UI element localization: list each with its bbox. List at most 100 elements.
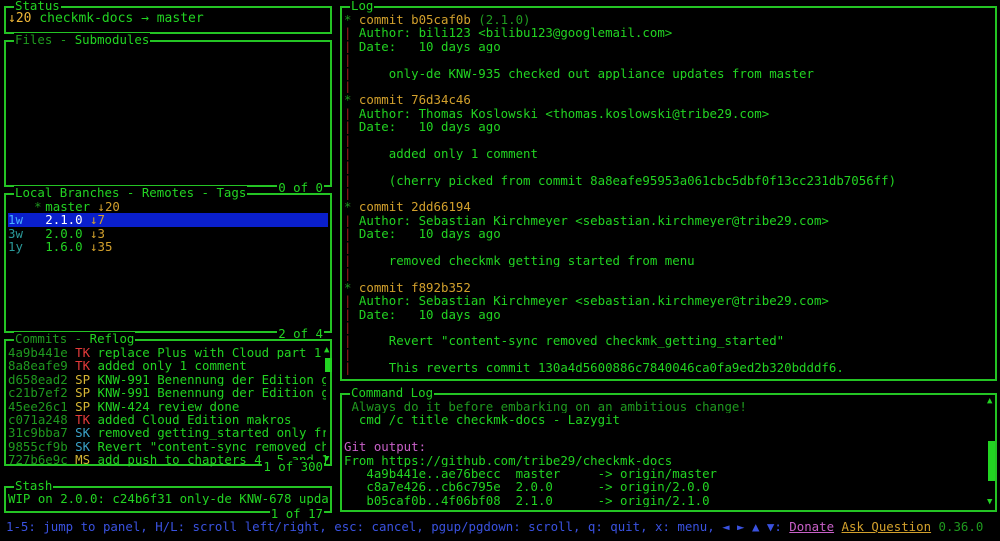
branches-panel[interactable]: Local Branches - Remotes - Tags * master … <box>4 186 332 340</box>
stash-entry[interactable]: WIP on 2.0.0: c24b6f31 only-de KNW-678 u… <box>8 492 328 505</box>
log-text: Date: 10 days ago <box>358 227 501 241</box>
branch-name: master <box>45 200 91 214</box>
scroll-down-icon[interactable]: ▼ <box>987 498 992 507</box>
graph-marker: | <box>344 267 359 281</box>
tab-reflog[interactable]: Reflog <box>90 331 135 346</box>
stash-panel[interactable]: Stash WIP on 2.0.0: c24b6f31 only-de KNW… <box>4 479 332 520</box>
commit-message: added Cloud Edition makros <box>97 412 292 427</box>
log-text: Author: Sebastian Kirchmeyer <sebastian.… <box>358 294 829 308</box>
graph-marker: | <box>344 66 359 80</box>
donate-link[interactable]: Donate <box>789 519 834 534</box>
command-log-line: b05caf0b..4f06bf08 2.1.0 -> origin/2.1.0 <box>344 493 710 508</box>
graph-marker: | <box>344 120 359 134</box>
log-line: * commit 2dd66194 <box>344 200 993 213</box>
commit-row[interactable]: c071a248 TK added Cloud Edition makros <box>8 413 326 426</box>
graph-marker: | <box>344 334 359 348</box>
branch-row[interactable]: 1y 1.6.0 ↓35 <box>8 240 328 253</box>
tab-local-branches[interactable]: Local Branches <box>15 185 119 200</box>
log-line: | Author: Sebastian Kirchmeyer <sebastia… <box>344 214 993 227</box>
commit-row[interactable]: 45ee26c1 SP KNW-424 review done <box>8 400 326 413</box>
log-line: | <box>344 160 993 173</box>
scroll-thumb[interactable] <box>325 358 332 372</box>
log-line: | Date: 10 days ago <box>344 120 993 133</box>
commit-message: KNW-991 Benennung der Edition g <box>97 372 326 387</box>
log-panel[interactable]: Log * commit b05caf0b (2.1.0) | Author: b… <box>340 0 997 381</box>
graph-marker: | <box>344 173 359 188</box>
log-text: commit 76d34c46 <box>358 93 471 107</box>
log-line: | added only 1 comment <box>344 147 993 160</box>
commit-hash: c071a248 <box>8 412 68 427</box>
commit-row[interactable]: 31c9bba7 SK removed getting_started only… <box>8 426 326 439</box>
log-line: * commit f892b352 <box>344 281 993 294</box>
log-text: removed checkmk_getting_started from men… <box>358 254 695 268</box>
scroll-up-icon[interactable]: ▲ <box>987 397 992 406</box>
log-line: | <box>344 80 993 93</box>
commit-row[interactable]: 4a9b441e TK replace Plus with Cloud part… <box>8 346 326 359</box>
commits-panel[interactable]: Commits - Reflog 4a9b441e TK replace Plu… <box>4 332 332 473</box>
commit-row[interactable]: d658ead2 SP KNW-991 Benennung der Editio… <box>8 373 326 386</box>
scroll-down-icon[interactable]: ▼ <box>324 455 329 464</box>
commit-author: TK <box>75 412 91 427</box>
graph-marker: | <box>344 187 359 201</box>
graph-marker: | <box>344 53 359 67</box>
branch-row[interactable]: 3w 2.0.0 ↓3 <box>8 227 328 240</box>
log-text: added only 1 comment <box>358 146 538 161</box>
branch-row[interactable]: 1w 2.1.0 ↓7 <box>8 213 328 227</box>
tab-remotes[interactable]: Remotes <box>142 185 194 200</box>
graph-marker: * <box>344 93 359 107</box>
command-log-line: From https://github.com/tribe29/checkmk-… <box>344 453 673 467</box>
command-log-line: c8a7e426..cb6c795e 2.0.0 -> origin/2.0.0 <box>344 480 710 494</box>
commit-hash: d658ead2 <box>8 372 68 387</box>
commits-scrollbar[interactable]: ▲ ▼ <box>324 346 332 464</box>
log-line: | Date: 10 days ago <box>344 227 993 240</box>
current-marker: * <box>34 200 42 214</box>
keybinding-hints: 1-5: jump to panel, H/L: scroll left/rig… <box>6 519 782 534</box>
command-log-panel[interactable]: Command Log Always do it before embarkin… <box>340 386 997 512</box>
graph-marker: | <box>344 106 359 121</box>
log-line: | <box>344 53 993 66</box>
command-log-title: Command Log <box>350 385 435 400</box>
files-panel[interactable]: Files - Submodules 0 of 0 <box>4 33 332 194</box>
commit-row[interactable]: c21b7ef2 SP KNW-991 Benennung der Editio… <box>8 386 326 399</box>
graph-marker: | <box>344 307 359 321</box>
log-line: | Date: 10 days ago <box>344 308 993 321</box>
log-text: (cherry picked from commit 8a8eafe95953a… <box>358 173 897 188</box>
commit-hash: 45ee26c1 <box>8 399 68 413</box>
log-line: * commit 76d34c46 <box>344 93 993 106</box>
status-panel[interactable]: Status ↓20 checkmk-docs → master <box>4 0 332 34</box>
log-line: | (cherry picked from commit 8a8eafe9595… <box>344 174 993 187</box>
commit-row[interactable]: 9855cf9b SK Revert "content-sync removed… <box>8 440 326 453</box>
branch-name: 1.6.0 <box>45 240 83 254</box>
commit-author: TK <box>75 359 91 373</box>
graph-marker: * <box>344 280 359 295</box>
branch-age: 1w <box>8 213 23 227</box>
scroll-thumb[interactable] <box>988 441 995 481</box>
branch-row[interactable]: * master ↓20 <box>8 200 328 213</box>
log-line: | Date: 10 days ago <box>344 40 993 53</box>
log-title: Log <box>350 0 375 13</box>
scroll-up-icon[interactable]: ▲ <box>324 346 329 355</box>
branch-age: 1y <box>8 240 23 254</box>
commit-message: replace Plus with Cloud part 1 <box>97 346 322 360</box>
log-text: commit 2dd66194 <box>358 200 471 214</box>
graph-marker: | <box>344 347 359 362</box>
branch-age: 3w <box>8 226 23 241</box>
log-text: Author: Thomas Koslowski <thomas.koslows… <box>358 106 770 121</box>
log-text: Author: Sebastian Kirchmeyer <sebastian.… <box>358 213 829 228</box>
commit-author: MS <box>75 453 91 467</box>
commit-row[interactable]: 8a8eafe9 TK added only 1 comment <box>8 359 326 372</box>
log-text: This reverts commit 130a4d5600886c784004… <box>358 361 844 375</box>
tab-submodules[interactable]: Submodules <box>75 32 150 47</box>
tab-files[interactable]: Files <box>15 32 52 47</box>
behind-count: ↓20 <box>8 11 32 26</box>
ask-question-link[interactable]: Ask Question <box>842 519 932 534</box>
log-line: | <box>344 267 993 280</box>
log-line: | Revert "content-sync removed checkmk_g… <box>344 334 993 347</box>
tab-tags[interactable]: Tags <box>216 185 246 200</box>
log-line: | Author: bili123 <bilibu123@googlemail.… <box>344 26 993 39</box>
commit-author: TK <box>75 346 91 360</box>
command-log-scrollbar[interactable]: ▲ ▼ <box>987 397 995 507</box>
repo-name: checkmk-docs <box>39 11 134 26</box>
tab-commits[interactable]: Commits <box>15 331 67 346</box>
graph-marker: | <box>344 26 359 40</box>
